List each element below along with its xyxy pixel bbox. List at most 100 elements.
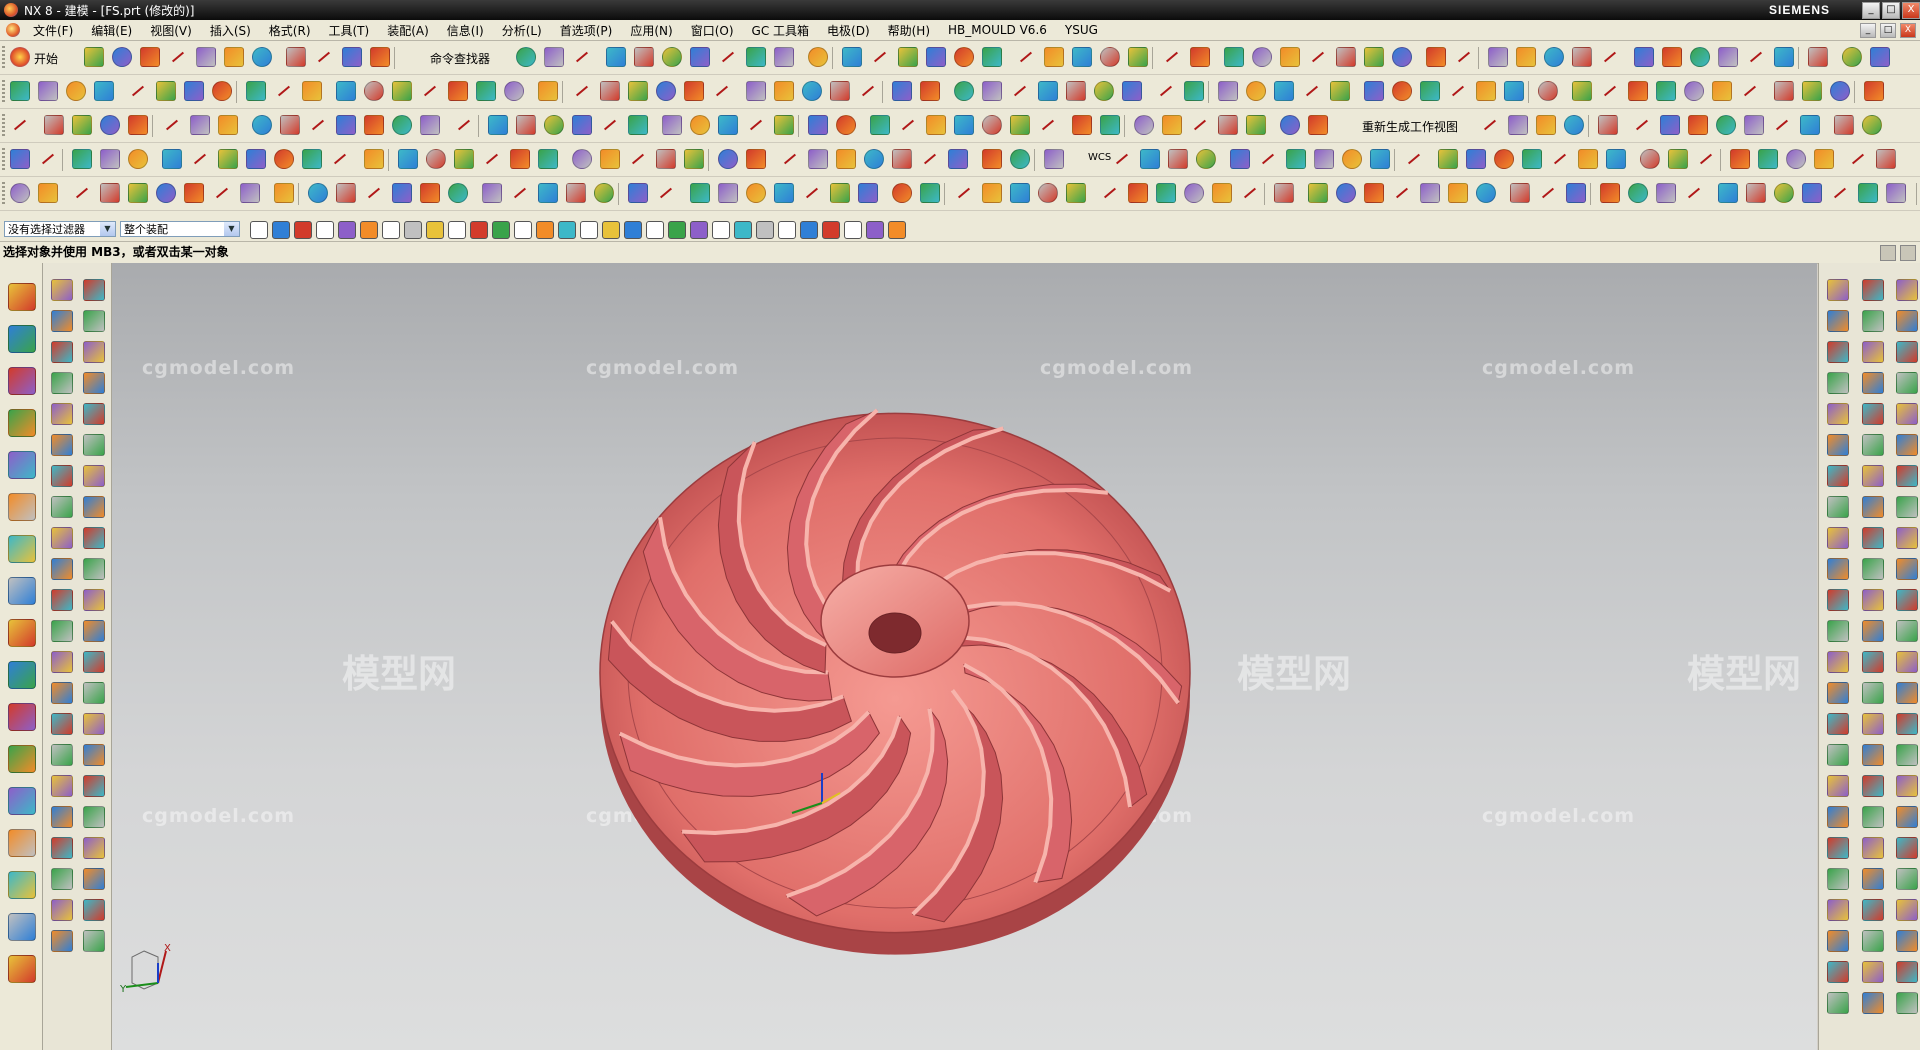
toolbar-tool-icon[interactable] [954, 81, 974, 101]
toolbar-tool-icon[interactable] [746, 149, 766, 169]
snap-point-icon[interactable] [492, 221, 510, 239]
menu-application[interactable]: 应用(N) [621, 22, 681, 39]
toolbar-tool-icon[interactable] [1848, 149, 1868, 169]
toolbar-tool-icon[interactable] [1684, 81, 1704, 101]
toolbar-tool-icon[interactable] [1800, 115, 1820, 135]
toolbar-tool-icon[interactable] [1716, 115, 1736, 135]
vertical-toolbar-icon[interactable] [51, 744, 73, 766]
toolbar-tool-icon[interactable] [544, 47, 564, 67]
type-filter-dropdown[interactable]: 没有选择过滤器 ▼ [4, 221, 116, 237]
vertical-toolbar-icon[interactable] [51, 310, 73, 332]
toolbar-tool-icon[interactable] [1628, 81, 1648, 101]
toolbar-tool-icon[interactable] [1072, 115, 1092, 135]
toolbar-grip[interactable] [2, 182, 5, 204]
resource-bar-icon[interactable] [8, 451, 36, 479]
snap-point-icon[interactable] [800, 221, 818, 239]
toolbar-tool-icon[interactable] [168, 47, 188, 67]
toolbar-tool-icon[interactable] [314, 47, 334, 67]
vertical-toolbar-icon[interactable] [1862, 992, 1884, 1014]
wcs-dropdown[interactable]: WCS [1088, 152, 1111, 163]
toolbar-tool-icon[interactable] [600, 149, 620, 169]
vertical-toolbar-icon[interactable] [51, 341, 73, 363]
graphics-window[interactable]: cgmodel.com cgmodel.com cgmodel.com cgmo… [112, 263, 1817, 1050]
toolbar-tool-icon[interactable] [420, 115, 440, 135]
toolbar-tool-icon[interactable] [1100, 115, 1120, 135]
toolbar-tool-icon[interactable] [892, 81, 912, 101]
toolbar-tool-icon[interactable] [1656, 183, 1676, 203]
toolbar-tool-icon[interactable] [336, 81, 356, 101]
toolbar-tool-icon[interactable] [448, 183, 468, 203]
toolbar-tool-icon[interactable] [370, 47, 390, 67]
vertical-toolbar-icon[interactable] [51, 527, 73, 549]
toolbar-tool-icon[interactable] [94, 81, 114, 101]
menu-view[interactable]: 视图(V) [141, 22, 201, 39]
snap-point-icon[interactable] [558, 221, 576, 239]
toolbar-tool-icon[interactable] [1168, 149, 1188, 169]
toolbar-tool-icon[interactable] [1572, 81, 1592, 101]
toolbar-tool-icon[interactable] [1308, 115, 1328, 135]
toolbar-tool-icon[interactable] [1718, 47, 1738, 67]
vertical-toolbar-icon[interactable] [1896, 589, 1918, 611]
toolbar-tool-icon[interactable] [482, 183, 502, 203]
resource-bar-icon[interactable] [8, 829, 36, 857]
toolbar-tool-icon[interactable] [1224, 47, 1244, 67]
close-button[interactable]: X [1902, 1, 1920, 19]
vertical-toolbar-icon[interactable] [1896, 403, 1918, 425]
vertical-toolbar-icon[interactable] [51, 806, 73, 828]
vertical-toolbar-icon[interactable] [1862, 496, 1884, 518]
vertical-toolbar-icon[interactable] [1862, 341, 1884, 363]
toolbar-tool-icon[interactable] [1392, 183, 1412, 203]
toolbar-tool-icon[interactable] [808, 115, 828, 135]
toolbar-tool-icon[interactable] [1476, 81, 1496, 101]
toolbar-tool-icon[interactable] [628, 115, 648, 135]
toolbar-tool-icon[interactable] [240, 183, 260, 203]
toolbar-tool-icon[interactable] [364, 149, 384, 169]
vertical-toolbar-icon[interactable] [1827, 558, 1849, 580]
toolbar-tool-icon[interactable] [982, 47, 1002, 67]
toolbar-tool-icon[interactable] [1336, 47, 1356, 67]
toolbar-tool-icon[interactable] [774, 47, 794, 67]
snap-point-icon[interactable] [822, 221, 840, 239]
toolbar-tool-icon[interactable] [982, 149, 1002, 169]
toolbar-tool-icon[interactable] [196, 47, 216, 67]
toolbar-tool-icon[interactable] [1600, 81, 1620, 101]
toolbar-tool-icon[interactable] [1476, 183, 1496, 203]
toolbar-tool-icon[interactable] [1632, 115, 1652, 135]
toolbar-tool-icon[interactable] [1808, 47, 1828, 67]
toolbar-tool-icon[interactable] [746, 47, 766, 67]
status-toggle-icon[interactable] [1880, 245, 1896, 261]
toolbar-tool-icon[interactable] [1870, 47, 1890, 67]
toolbar-tool-icon[interactable] [954, 183, 974, 203]
menu-analysis[interactable]: 分析(L) [493, 22, 551, 39]
toolbar-tool-icon[interactable] [100, 183, 120, 203]
vertical-toolbar-icon[interactable] [1896, 372, 1918, 394]
snap-point-icon[interactable] [888, 221, 906, 239]
toolbar-tool-icon[interactable] [1420, 183, 1440, 203]
toolbar-grip[interactable] [2, 114, 5, 136]
resource-bar-icon[interactable] [8, 955, 36, 983]
toolbar-tool-icon[interactable] [342, 47, 362, 67]
toolbar-tool-icon[interactable] [538, 149, 558, 169]
toolbar-tool-icon[interactable] [1100, 183, 1120, 203]
vertical-toolbar-icon[interactable] [1896, 930, 1918, 952]
vertical-toolbar-icon[interactable] [1827, 899, 1849, 921]
vertical-toolbar-icon[interactable] [1862, 527, 1884, 549]
resource-bar-icon[interactable] [8, 283, 36, 311]
toolbar-tool-icon[interactable] [1280, 115, 1300, 135]
vertical-toolbar-icon[interactable] [83, 837, 105, 859]
vertical-toolbar-icon[interactable] [1862, 372, 1884, 394]
toolbar-tool-icon[interactable] [774, 81, 794, 101]
toolbar-grip[interactable] [2, 148, 5, 170]
toolbar-tool-icon[interactable] [392, 81, 412, 101]
vertical-toolbar-icon[interactable] [1896, 527, 1918, 549]
toolbar-tool-icon[interactable] [1572, 47, 1592, 67]
toolbar-tool-icon[interactable] [38, 149, 58, 169]
toolbar-grip[interactable] [2, 46, 5, 68]
toolbar-tool-icon[interactable] [898, 115, 918, 135]
vertical-toolbar-icon[interactable] [1862, 465, 1884, 487]
vertical-toolbar-icon[interactable] [83, 465, 105, 487]
toolbar-tool-icon[interactable] [746, 183, 766, 203]
minimize-button[interactable]: _ [1862, 1, 1880, 19]
toolbar-tool-icon[interactable] [336, 115, 356, 135]
toolbar-tool-icon[interactable] [858, 81, 878, 101]
